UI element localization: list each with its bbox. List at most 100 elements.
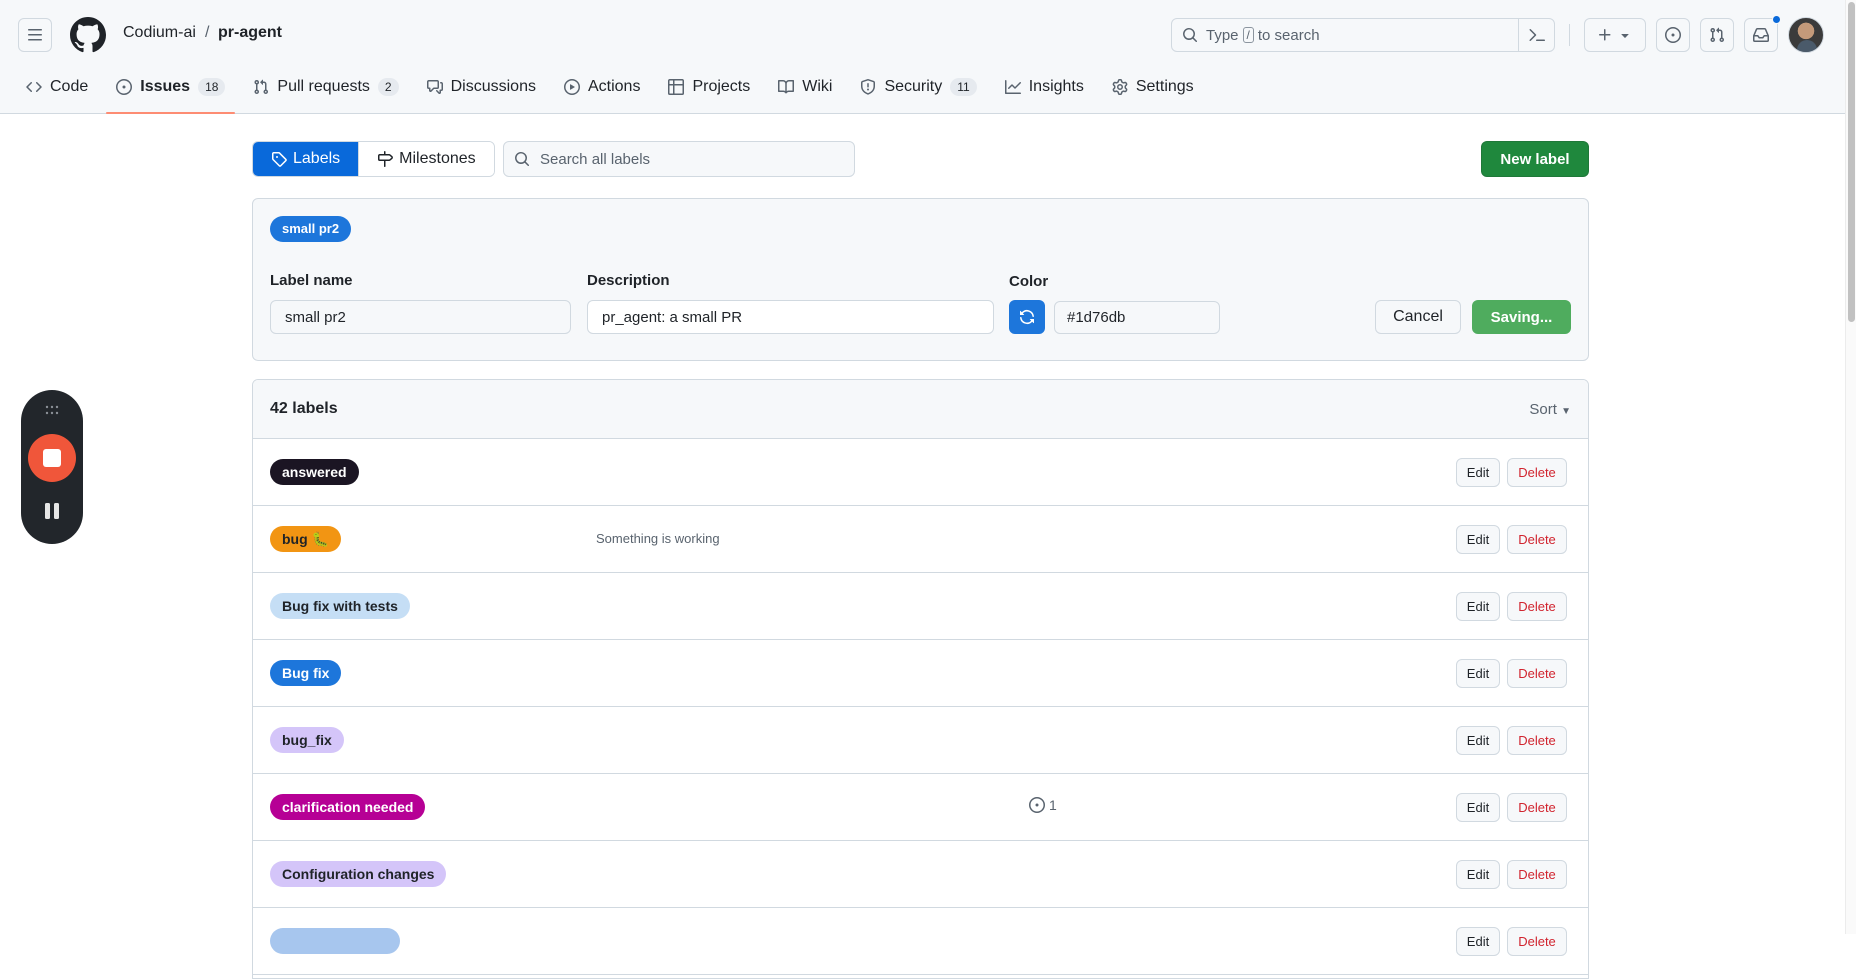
create-new-button[interactable] (1584, 18, 1646, 52)
tab-label: Code (50, 78, 89, 95)
tab-label: Actions (587, 78, 641, 95)
delete-label-button[interactable]: Delete (1507, 726, 1567, 755)
play-icon (563, 79, 580, 95)
edit-label-button[interactable]: Edit (1456, 592, 1500, 621)
tab-security[interactable]: Security 11 (850, 70, 986, 104)
issue-opened-icon (1665, 27, 1681, 43)
delete-label-button[interactable]: Delete (1507, 927, 1567, 956)
issue-opened-icon (116, 79, 133, 95)
stop-recording-button[interactable] (28, 434, 76, 482)
description-field[interactable]: pr_agent: a small PR (587, 300, 994, 334)
color-hex-field[interactable]: #1d76db (1054, 301, 1220, 334)
search-icon (1183, 28, 1198, 43)
label-preview: small pr2 (270, 216, 352, 242)
search-labels-input[interactable]: Search all labels (503, 141, 855, 177)
milestones-tab[interactable]: Milestones (358, 142, 494, 176)
edit-label-button[interactable]: Edit (1456, 525, 1500, 554)
tab-code[interactable]: Code (16, 70, 98, 104)
tab-issues[interactable]: Issues 18 (106, 70, 236, 114)
search-shortcut-key: / (1242, 27, 1254, 43)
delete-label-button[interactable]: Delete (1507, 793, 1567, 822)
delete-label-button[interactable]: Delete (1507, 860, 1567, 889)
git-pull-request-icon (254, 79, 269, 95)
pause-icon-bar (54, 503, 59, 519)
tab-wiki[interactable]: Wiki (768, 70, 842, 104)
github-logo-icon[interactable] (70, 17, 106, 53)
label-pill[interactable]: Bug fix with tests (270, 593, 410, 619)
tab-label: Wiki (802, 78, 833, 95)
label-pill[interactable] (270, 928, 400, 954)
label-pill[interactable]: bug_fix (270, 727, 344, 753)
sort-dropdown[interactable]: Sort ▼ (1529, 401, 1571, 418)
tab-discussions[interactable]: Discussions (417, 70, 546, 104)
label-pill[interactable]: Configuration changes (270, 861, 447, 887)
delete-label-button[interactable]: Delete (1507, 592, 1567, 621)
tab-pull-requests[interactable]: Pull requests 2 (243, 70, 408, 104)
global-search-input[interactable]: Type / to search (1171, 18, 1555, 52)
delete-label-button[interactable]: Delete (1507, 458, 1567, 487)
tag-icon (272, 152, 287, 167)
security-counter: 11 (950, 78, 977, 96)
tab-settings[interactable]: Settings (1102, 70, 1204, 104)
edit-label-button[interactable]: Edit (1456, 659, 1500, 688)
edit-label-button[interactable]: Edit (1456, 793, 1500, 822)
repo-nav: Code Issues 18 Pull requests 2 Discussio… (16, 70, 1212, 114)
cancel-button[interactable]: Cancel (1375, 300, 1461, 334)
hamburger-icon (28, 29, 42, 41)
pause-recording-button[interactable] (45, 503, 59, 519)
page-scrollbar[interactable] (1845, 0, 1856, 934)
delete-label-button[interactable]: Delete (1507, 659, 1567, 688)
tab-label: Pull requests (277, 78, 370, 95)
breadcrumb-repo[interactable]: pr-agent (218, 24, 282, 42)
labels-milestones-subnav: Labels Milestones (252, 141, 495, 177)
edit-label-button[interactable]: Edit (1456, 458, 1500, 487)
graph-icon (1004, 80, 1021, 94)
milestone-icon (378, 151, 394, 167)
tab-projects[interactable]: Projects (658, 70, 760, 104)
edit-label-button[interactable]: Edit (1456, 726, 1500, 755)
tab-insights[interactable]: Insights (995, 70, 1094, 104)
command-palette-button[interactable] (1518, 19, 1554, 51)
breadcrumb-owner[interactable]: Codium-ai (123, 24, 196, 42)
sort-label: Sort (1529, 401, 1557, 418)
delete-label-button[interactable]: Delete (1507, 525, 1567, 554)
tab-label: Issues (140, 78, 191, 95)
randomize-color-button[interactable] (1009, 300, 1045, 334)
your-pull-requests-button[interactable] (1700, 18, 1734, 52)
label-pill[interactable]: Bug fix (270, 660, 342, 686)
scrollbar-thumb[interactable] (1848, 2, 1855, 322)
drag-handle-icon[interactable] (45, 405, 59, 415)
menu-button[interactable] (18, 18, 52, 52)
triangle-down-icon: ▼ (1561, 406, 1571, 417)
label-pill[interactable]: answered (270, 459, 359, 485)
edit-label-button[interactable]: Edit (1456, 860, 1500, 889)
label-pill[interactable]: bug 🐛 (270, 526, 341, 552)
label-description: Something is working (596, 531, 720, 546)
labels-tab-label: Labels (293, 150, 341, 167)
tab-label: Projects (692, 78, 751, 95)
edit-label-button[interactable]: Edit (1456, 927, 1500, 956)
header-divider (1569, 24, 1570, 46)
new-label-button[interactable]: New label (1481, 141, 1589, 177)
description-heading: Description (587, 272, 670, 289)
your-issues-button[interactable] (1656, 18, 1690, 52)
label-pill[interactable]: clarification needed (270, 794, 426, 820)
code-icon (26, 81, 42, 93)
issues-counter: 18 (198, 78, 226, 96)
search-icon (515, 152, 530, 167)
pause-icon (45, 503, 50, 519)
label-row: Bug fix Edit Delete (253, 640, 1588, 707)
notification-indicator (1772, 15, 1781, 24)
open-issues-link[interactable]: 1 (1029, 797, 1057, 813)
user-avatar[interactable] (1788, 17, 1824, 53)
label-row: clarification needed 1 Edit Delete (253, 774, 1588, 841)
color-heading: Color (1009, 273, 1049, 290)
save-changes-button[interactable]: Saving... (1472, 300, 1571, 334)
milestones-tab-label: Milestones (399, 150, 476, 167)
labels-tab[interactable]: Labels (253, 142, 359, 176)
label-row: answered Edit Delete (253, 439, 1588, 506)
label-row: Configuration changes Edit Delete (253, 841, 1588, 908)
tab-actions[interactable]: Actions (554, 70, 650, 104)
search-suffix: to search (1257, 26, 1320, 44)
label-name-field[interactable]: small pr2 (270, 300, 571, 334)
